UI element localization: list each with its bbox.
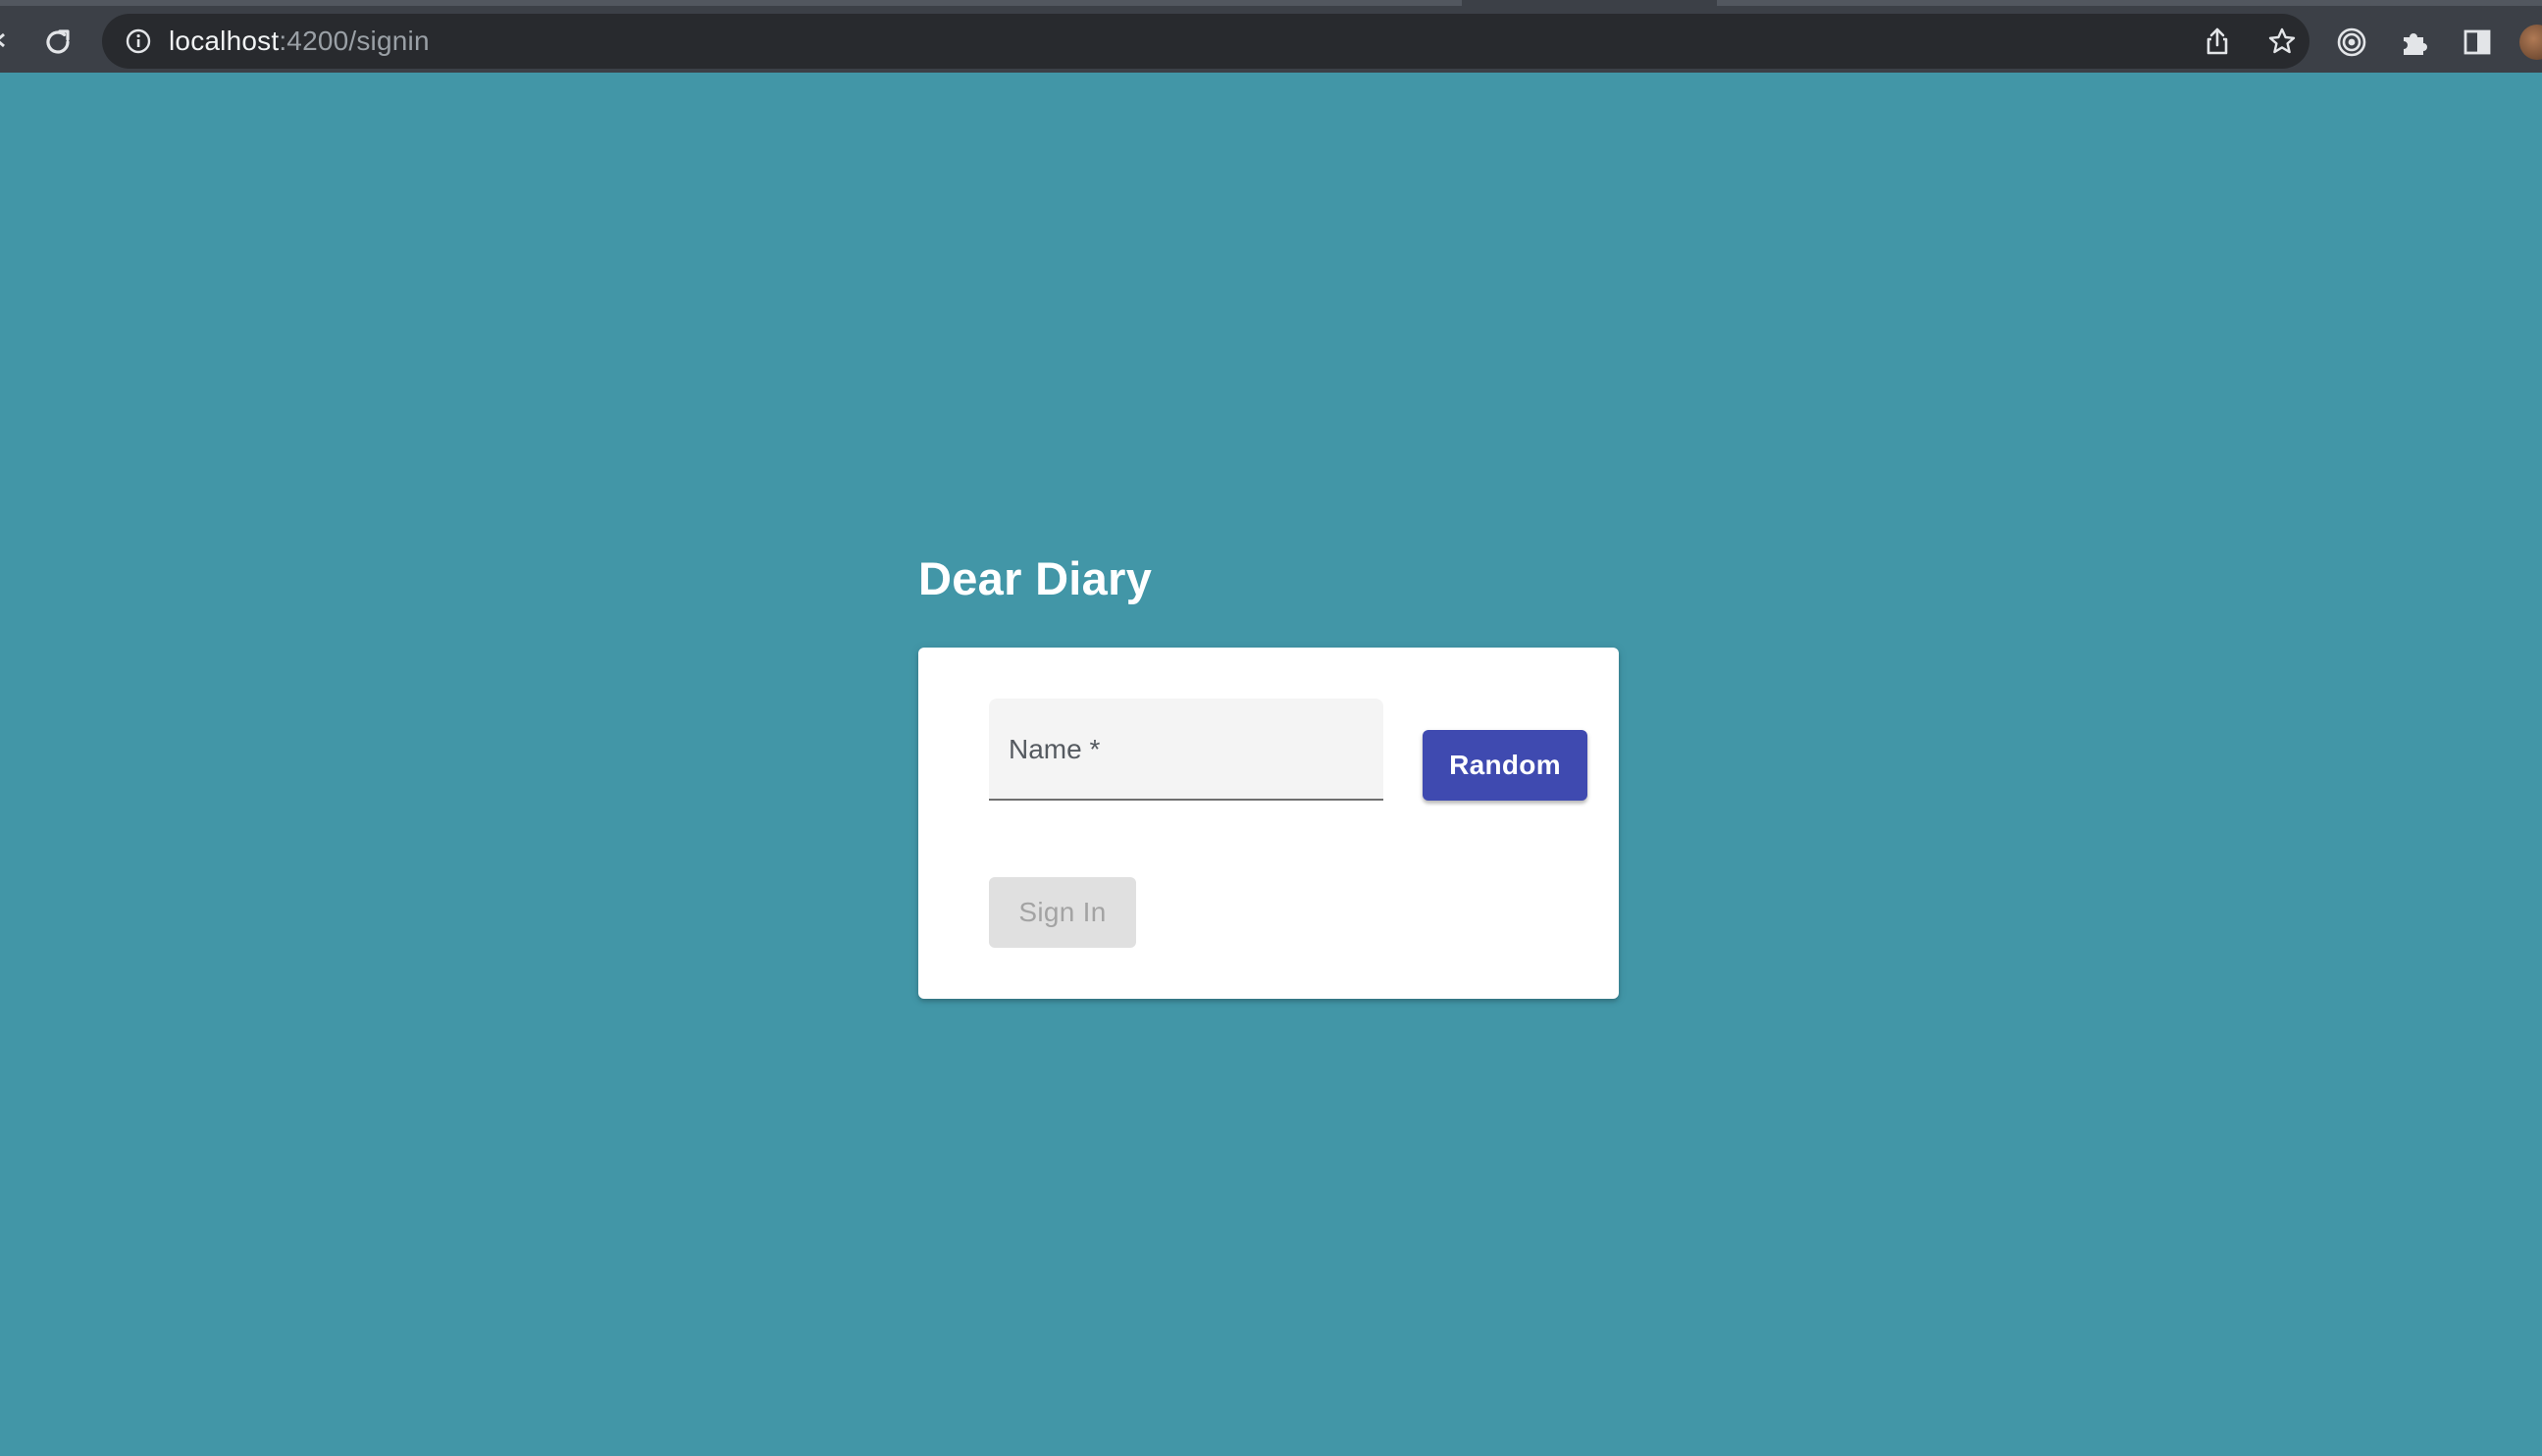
address-bar[interactable]: localhost:4200/signin bbox=[102, 14, 2309, 69]
random-button[interactable]: Random bbox=[1423, 730, 1587, 801]
url-path: :4200/signin bbox=[279, 26, 430, 56]
url-host: localhost bbox=[169, 26, 280, 56]
signin-card: Name * Random Sign In bbox=[918, 648, 1619, 999]
active-tab-indicator bbox=[1462, 0, 1717, 6]
reload-icon[interactable] bbox=[37, 22, 78, 63]
back-arrow-icon[interactable] bbox=[0, 26, 8, 55]
browser-toolbar: localhost:4200/signin bbox=[0, 0, 2542, 73]
avatar[interactable] bbox=[2519, 25, 2542, 60]
puzzle-icon[interactable] bbox=[2398, 26, 2431, 59]
info-icon[interactable] bbox=[124, 26, 153, 56]
name-input[interactable] bbox=[989, 699, 1383, 799]
name-field[interactable]: Name * bbox=[989, 699, 1383, 801]
share-icon[interactable] bbox=[2202, 26, 2233, 57]
page-title: Dear Diary bbox=[918, 552, 1153, 604]
sign-in-button[interactable]: Sign In bbox=[989, 877, 1136, 948]
side-panel-icon[interactable] bbox=[2461, 26, 2494, 59]
star-icon[interactable] bbox=[2266, 26, 2298, 57]
target-icon[interactable] bbox=[2335, 26, 2368, 59]
url-text[interactable]: localhost:4200/signin bbox=[169, 26, 430, 57]
